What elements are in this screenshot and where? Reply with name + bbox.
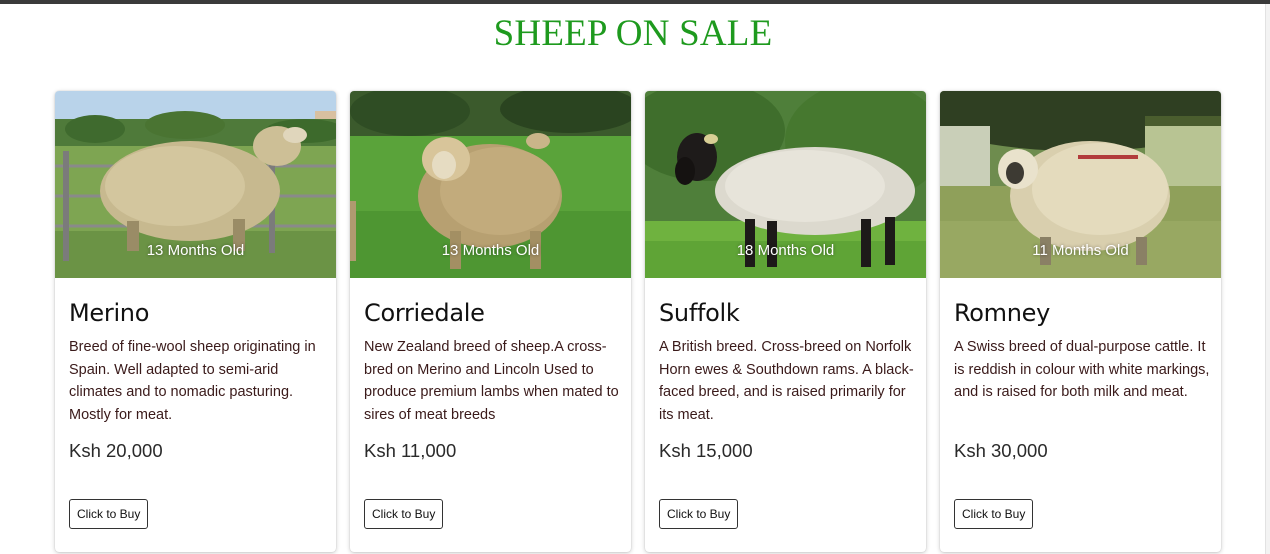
- product-card-corriedale: 13 Months Old Corriedale New Zealand bre…: [350, 91, 631, 552]
- age-label: 13 Months Old: [146, 242, 245, 259]
- product-description: A British breed. Cross-breed on Norfolk …: [659, 339, 914, 423]
- product-description: Breed of fine-wool sheep originating in …: [69, 339, 316, 423]
- scrollbar[interactable]: [1265, 4, 1270, 554]
- product-name: Corriedale: [364, 299, 485, 327]
- product-description: A Swiss breed of dual-purpose cattle. It…: [954, 339, 1210, 400]
- product-price: Ksh 11,000: [364, 440, 457, 461]
- product-photo-suffolk: 18 Months Old: [645, 91, 926, 278]
- age-label: 13 Months Old: [441, 242, 540, 259]
- buy-button-romney[interactable]: Click to Buy: [954, 499, 1034, 529]
- product-photo-corriedale: 13 Months Old: [350, 91, 631, 278]
- product-price: Ksh 30,000: [954, 440, 1048, 461]
- product-card-suffolk: 18 Months Old Suffolk A British breed. C…: [645, 91, 926, 552]
- product-price: Ksh 15,000: [659, 440, 753, 461]
- age-label: 11 Months Old: [1032, 242, 1129, 259]
- browser-top-bar: [0, 0, 1270, 4]
- age-label: 18 Months Old: [736, 242, 835, 259]
- product-photo-merino: 13 Months Old: [55, 91, 336, 278]
- buy-button-merino[interactable]: Click to Buy: [69, 499, 149, 529]
- product-description: New Zealand breed of sheep.A cross-bred …: [364, 339, 619, 423]
- product-card-romney: 11 Months Old Romney A Swiss breed of du…: [940, 91, 1221, 552]
- product-card-merino: 13 Months Old Merino Breed of fine-wool …: [55, 91, 336, 552]
- buy-button-corriedale[interactable]: Click to Buy: [364, 499, 444, 529]
- product-price: Ksh 20,000: [69, 440, 163, 461]
- product-name: Suffolk: [659, 299, 740, 327]
- product-name: Romney: [954, 299, 1051, 327]
- buy-button-suffolk[interactable]: Click to Buy: [659, 499, 739, 529]
- product-photo-romney: 11 Months Old: [940, 91, 1221, 278]
- page-title: SHEEP ON SALE: [493, 13, 773, 54]
- product-name: Merino: [69, 299, 150, 327]
